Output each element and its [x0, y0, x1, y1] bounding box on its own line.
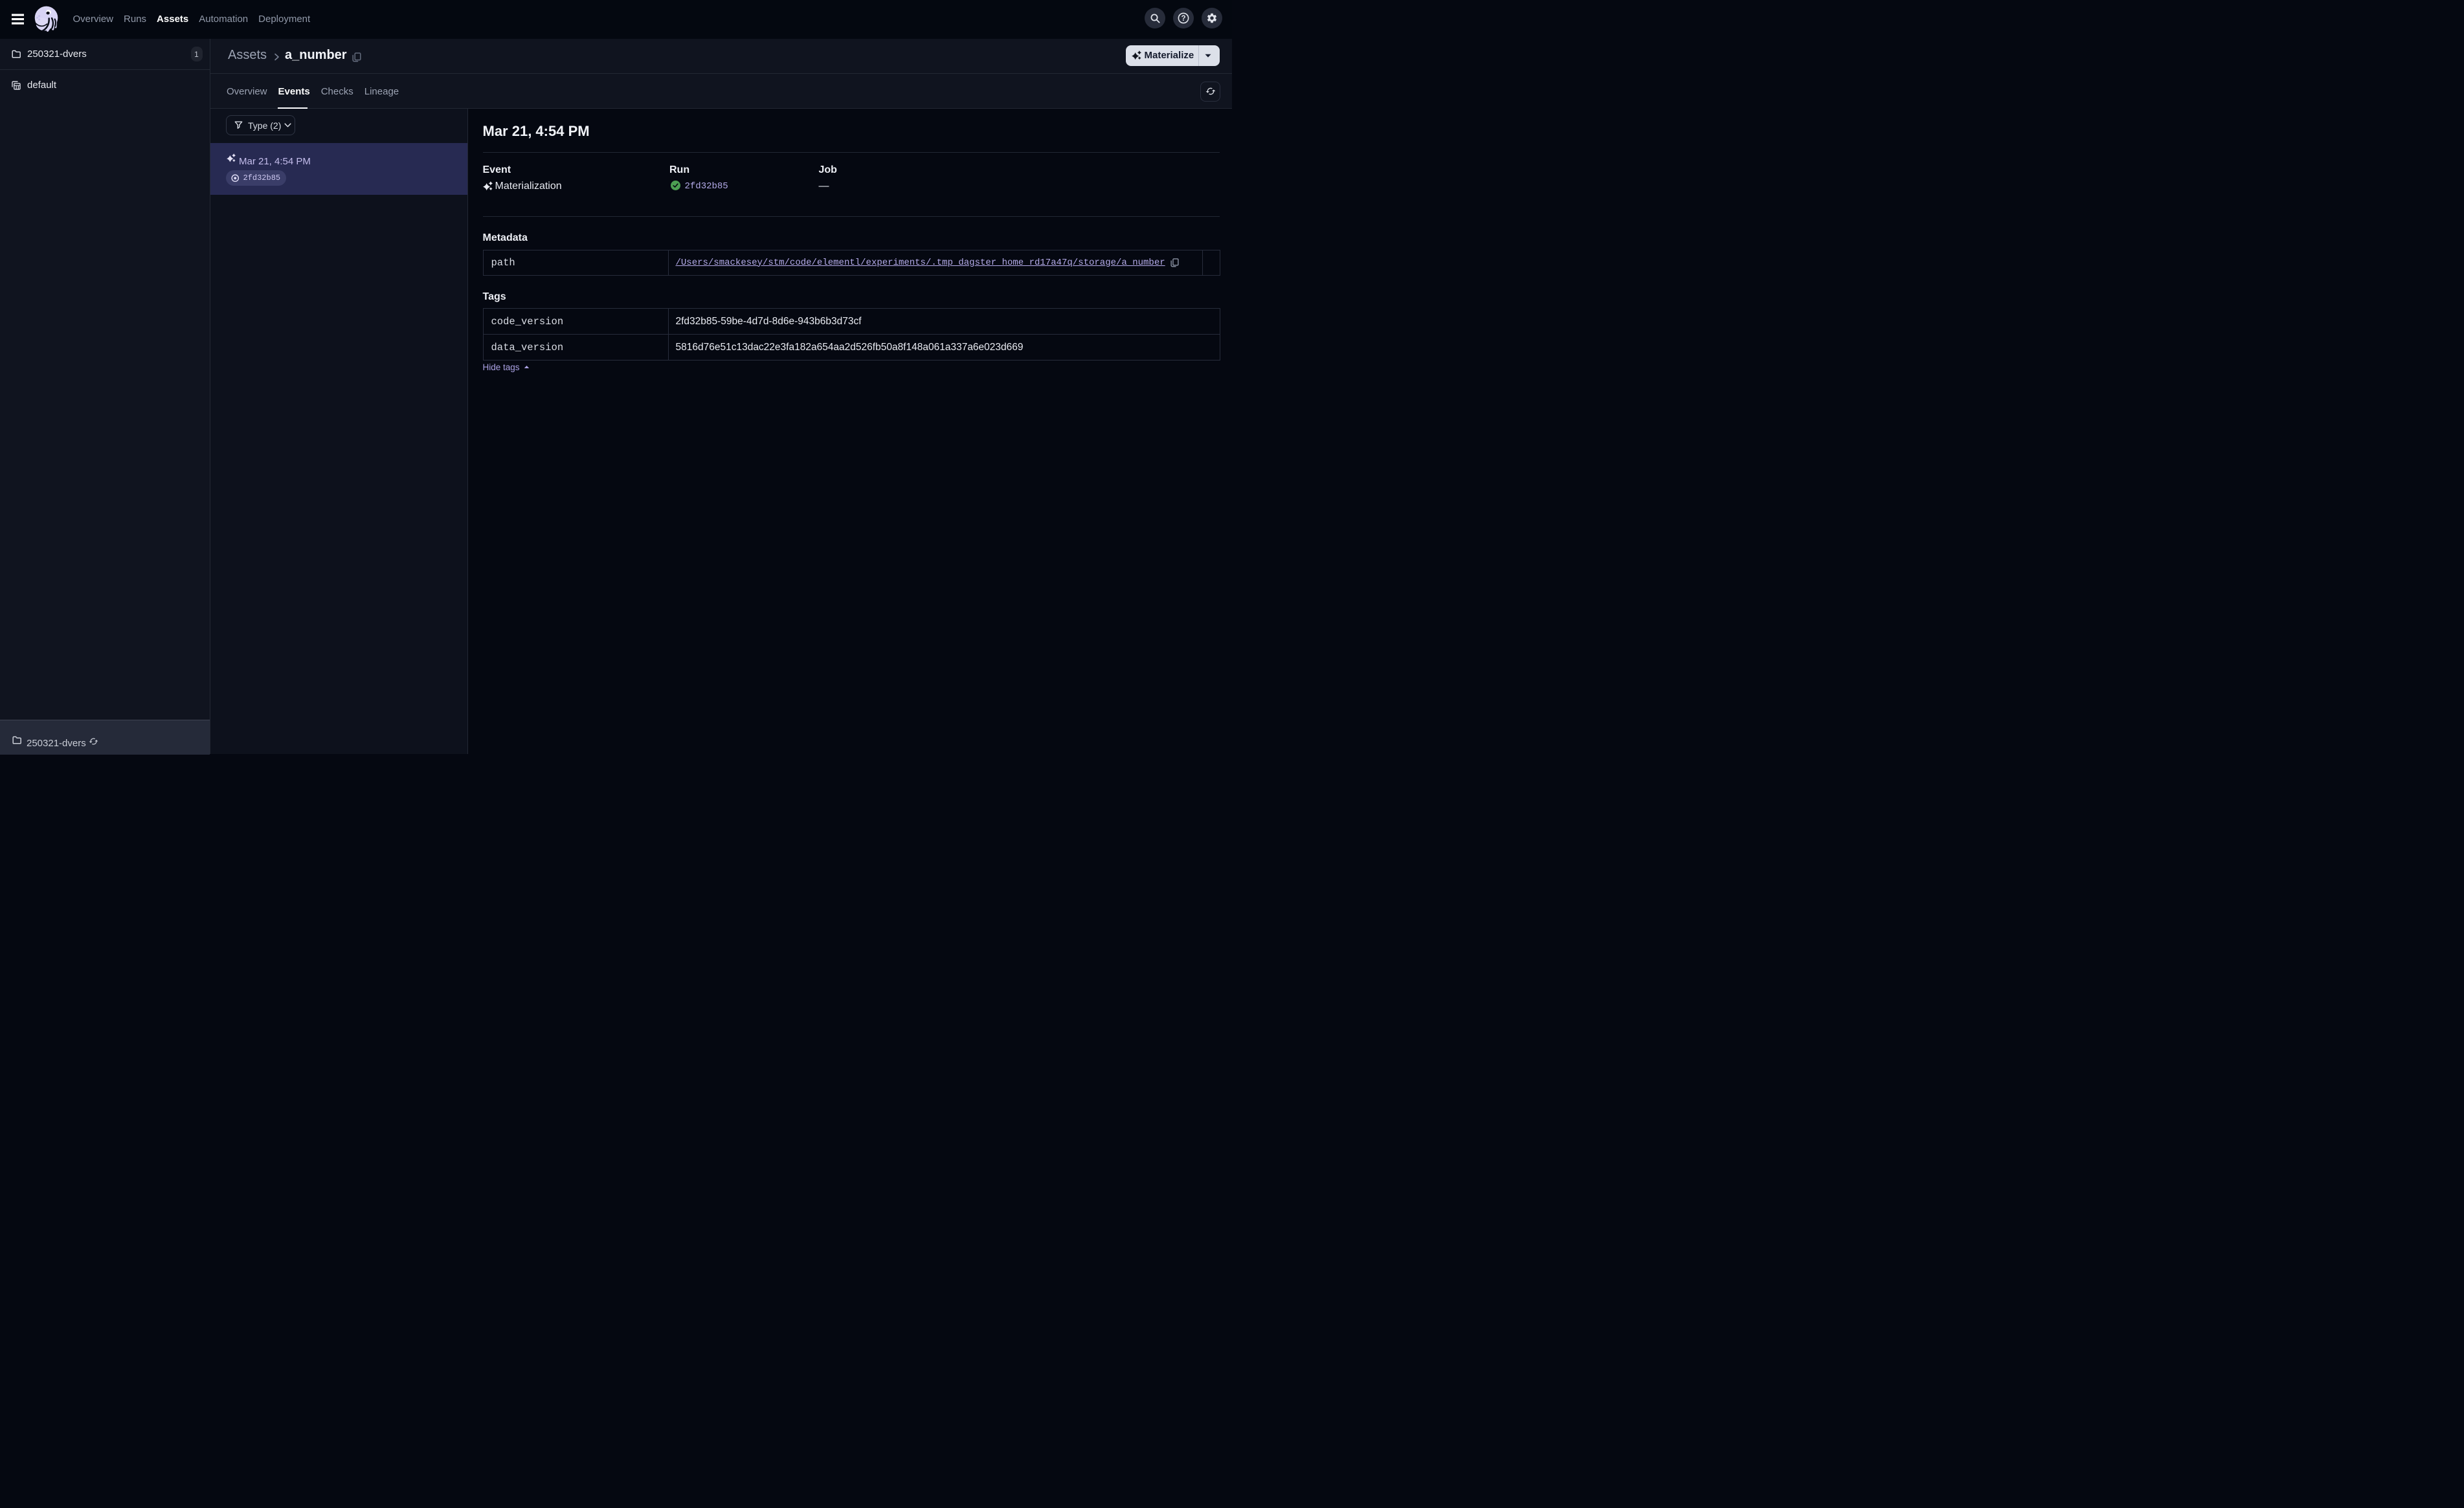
svg-text:?: ? [1182, 15, 1186, 23]
